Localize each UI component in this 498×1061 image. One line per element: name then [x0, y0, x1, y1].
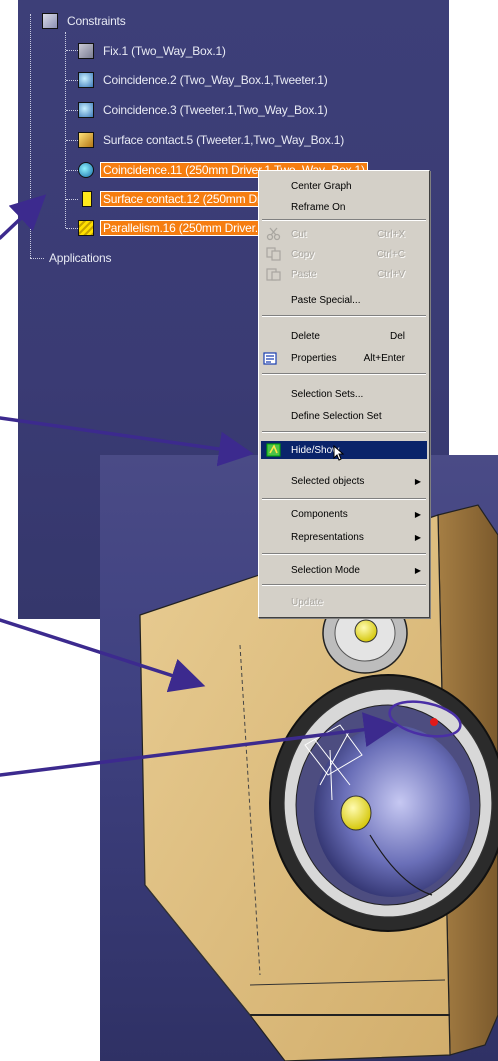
coincidence-constraint-icon — [78, 162, 94, 178]
tree-item-label: Surface contact.5 (Tweeter.1,Two_Way_Box… — [103, 133, 345, 147]
menu-item-label: Selection Sets... — [291, 388, 364, 400]
tree-node-applications[interactable]: Applications — [46, 248, 114, 268]
menu-item-label: Components — [291, 508, 348, 520]
tree-item-label: Coincidence.3 (Tweeter.1,Two_Way_Box.1) — [103, 103, 328, 117]
menu-item-label: Cut — [291, 228, 307, 240]
submenu-arrow-icon: ▶ — [414, 532, 421, 542]
menu-item-selected-objects[interactable]: Selected objects ▶ — [261, 472, 427, 490]
menu-item-paste[interactable]: Paste Ctrl+V — [261, 265, 427, 283]
menu-item-copy[interactable]: Copy Ctrl+C — [261, 245, 427, 263]
properties-icon — [263, 352, 277, 365]
menu-item-label: Center Graph — [291, 180, 352, 192]
menu-item-properties[interactable]: Properties Alt+Enter — [261, 349, 427, 367]
menu-separator — [262, 315, 426, 317]
menu-separator — [262, 498, 426, 500]
scissors-icon — [266, 227, 281, 241]
menu-item-representations[interactable]: Representations ▶ — [261, 528, 427, 546]
tree-node-label: Applications — [49, 251, 112, 265]
tree-node-constraints[interactable]: Constraints — [42, 11, 129, 31]
tree-item-coincidence-3[interactable]: Coincidence.3 (Tweeter.1,Two_Way_Box.1) — [78, 100, 331, 120]
menu-item-selection-mode[interactable]: Selection Mode ▶ — [261, 561, 427, 579]
copy-icon — [266, 247, 281, 261]
menu-separator — [262, 553, 426, 555]
tree-item-surface-contact-5[interactable]: Surface contact.5 (Tweeter.1,Two_Way_Box… — [78, 130, 347, 150]
submenu-arrow-icon: ▶ — [414, 476, 421, 486]
menu-item-label: Selected objects — [291, 475, 365, 487]
submenu-arrow-icon: ▶ — [414, 565, 421, 575]
menu-item-label: Delete — [291, 330, 320, 342]
menu-item-components[interactable]: Components ▶ — [261, 505, 427, 523]
tree-connector — [30, 14, 31, 258]
menu-item-label: Paste — [291, 268, 317, 280]
tree-item-label: Fix.1 (Two_Way_Box.1) — [103, 44, 226, 58]
menu-item-label: Define Selection Set — [291, 410, 382, 422]
menu-item-label: Update — [291, 596, 324, 608]
mouse-cursor-icon — [333, 445, 345, 461]
context-menu: Center Graph Reframe On Cut Ctrl+X Copy … — [258, 170, 430, 618]
menu-item-shortcut: Ctrl+V — [376, 268, 405, 280]
menu-item-shortcut: Ctrl+C — [376, 248, 405, 260]
coincidence-constraint-icon — [78, 72, 94, 88]
surface-contact-icon — [82, 191, 92, 207]
parallelism-constraint-icon — [78, 220, 94, 236]
menu-item-label: Copy — [291, 248, 315, 260]
menu-item-label: Paste Special... — [291, 294, 361, 306]
menu-item-cut[interactable]: Cut Ctrl+X — [261, 225, 427, 243]
submenu-arrow-icon: ▶ — [414, 509, 421, 519]
surface-contact-icon — [78, 132, 94, 148]
menu-item-shortcut: Alt+Enter — [363, 352, 405, 364]
menu-separator — [262, 584, 426, 586]
menu-item-label: Properties — [291, 352, 337, 364]
fix-constraint-icon — [78, 43, 94, 59]
coincidence-constraint-icon — [78, 102, 94, 118]
paste-icon — [266, 268, 281, 281]
menu-item-define-selection-set[interactable]: Define Selection Set — [261, 407, 427, 425]
menu-item-label: Selection Mode — [291, 564, 360, 576]
menu-item-delete[interactable]: Delete Del — [261, 327, 427, 345]
tree-item-coincidence-2[interactable]: Coincidence.2 (Two_Way_Box.1,Tweeter.1) — [78, 70, 331, 90]
tree-item-label: Coincidence.2 (Two_Way_Box.1,Tweeter.1) — [103, 73, 328, 87]
menu-item-paste-special[interactable]: Paste Special... — [261, 291, 427, 309]
menu-item-label: Representations — [291, 531, 364, 543]
tree-item-fix-1[interactable]: Fix.1 (Two_Way_Box.1) — [78, 41, 229, 61]
menu-item-update[interactable]: Update — [261, 593, 427, 611]
menu-item-center-graph[interactable]: Center Graph — [261, 177, 427, 195]
menu-item-selection-sets[interactable]: Selection Sets... — [261, 385, 427, 403]
menu-separator — [262, 431, 426, 433]
constraints-folder-icon — [42, 13, 58, 29]
hide-show-icon — [266, 443, 281, 457]
menu-item-shortcut: Ctrl+X — [376, 228, 405, 240]
menu-separator — [262, 219, 426, 221]
menu-item-label: Reframe On — [291, 201, 346, 213]
menu-item-shortcut: Del — [389, 330, 405, 342]
tree-node-label: Constraints — [67, 14, 126, 28]
menu-separator — [262, 373, 426, 375]
menu-item-reframe-on[interactable]: Reframe On — [261, 198, 427, 216]
